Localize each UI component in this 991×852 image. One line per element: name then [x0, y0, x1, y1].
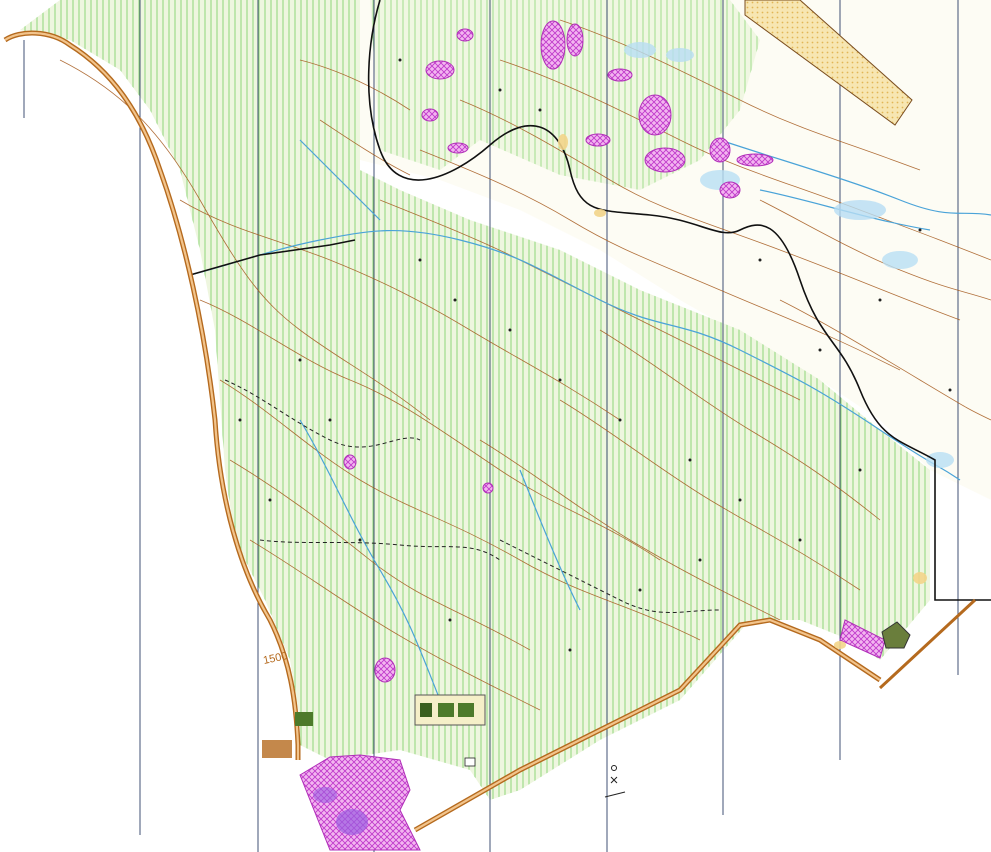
restricted-core-2 [313, 787, 337, 803]
open-land-east [930, 470, 991, 852]
restricted-core [336, 809, 368, 835]
orienteering-map: 1500 [0, 0, 991, 852]
